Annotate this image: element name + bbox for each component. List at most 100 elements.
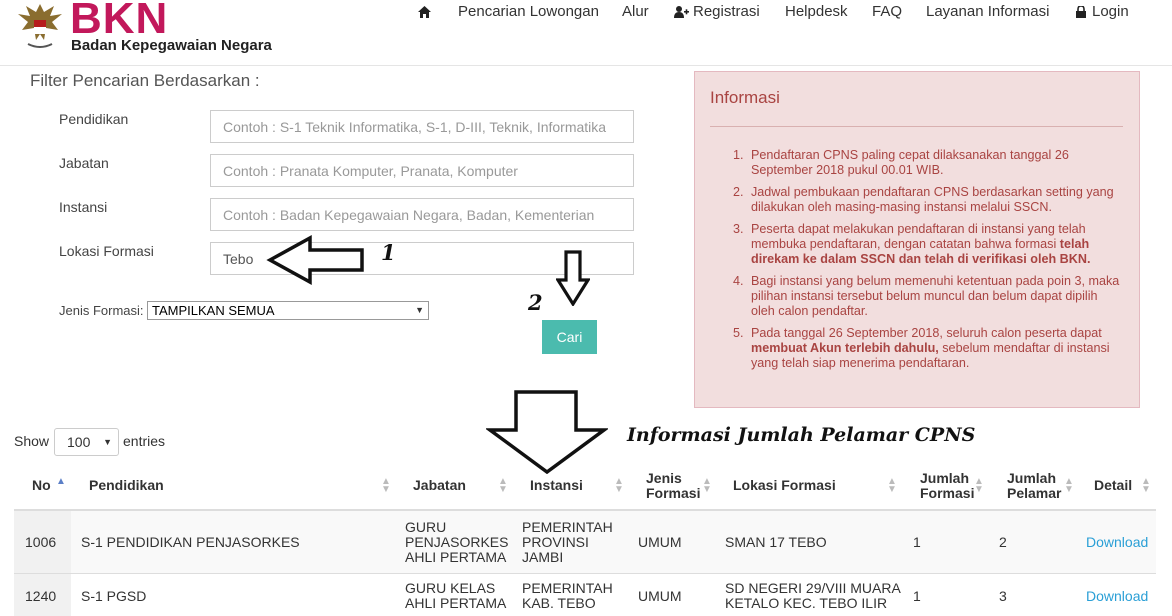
cell-line: PENJASORKES <box>405 534 509 550</box>
sort-icon: ▲ ▼ <box>1064 476 1074 495</box>
nav-alur[interactable]: Alur <box>622 3 674 20</box>
nav-faq-label: FAQ <box>872 3 903 20</box>
cell-lokasi-formasi: SD NEGERI 29/VIII MUARA KETALO KEC. TEBO… <box>725 581 901 611</box>
nav-layanan-informasi-label: Layanan Informasi <box>926 3 1050 20</box>
list-item: 3. Peserta dapat melakukan pendaftaran di… <box>733 222 1123 267</box>
nav-login[interactable]: Login <box>1076 3 1146 20</box>
nav-login-label: Login <box>1092 3 1129 20</box>
list-text: Jadwal pembukaan pendaftaran CPNS berdas… <box>751 185 1114 214</box>
arrow-down-large-icon <box>486 390 608 474</box>
arrow-left-icon <box>266 235 364 285</box>
sort-icon: ▲ ▼ <box>498 476 508 495</box>
annotation-number-2: 2 <box>528 290 543 315</box>
annotation-number-1: 1 <box>381 240 396 265</box>
cell-instansi: PEMERINTAH KAB. TEBO <box>522 581 613 611</box>
cell-line: KAB. TEBO <box>522 595 596 611</box>
jabatan-label: Jabatan <box>59 155 109 171</box>
col-header-lokasi-formasi[interactable]: Lokasi Formasi <box>733 478 836 493</box>
pendidikan-input[interactable] <box>210 110 634 143</box>
col-header-pendidikan[interactable]: Pendidikan <box>89 478 164 493</box>
chevron-down-icon: ▼ <box>415 305 424 315</box>
nav-layanan-informasi[interactable]: Layanan Informasi <box>926 3 1076 20</box>
col-header-jabatan[interactable]: Jabatan <box>413 478 466 493</box>
cell-jabatan: GURU KELAS AHLI PERTAMA <box>405 581 506 611</box>
nav-helpdesk-label: Helpdesk <box>785 3 848 20</box>
list-item: 1. Pendaftaran CPNS paling cepat dilaksan… <box>733 148 1123 178</box>
chevron-down-icon: ▼ <box>103 437 112 447</box>
sort-icon: ▲ ▼ <box>887 476 897 495</box>
download-link[interactable]: Download <box>1086 535 1148 550</box>
sort-icon: ▲ ▼ <box>381 476 391 495</box>
cari-button[interactable]: Cari <box>542 320 597 354</box>
cell-line: PEMERINTAH <box>522 519 613 535</box>
col-header-line: Jumlah <box>920 470 970 486</box>
cell-line: AHLI PERTAMA <box>405 595 507 611</box>
main-nav: Pencarian Lowongan Alur Registrasi Helpd… <box>418 3 1146 20</box>
show-label: Show <box>14 433 50 449</box>
nav-registrasi[interactable]: Registrasi <box>674 3 785 20</box>
cell-jumlah-pelamar: 3 <box>999 588 1007 604</box>
home-icon <box>418 5 431 18</box>
cell-jumlah-formasi: 1 <box>913 534 921 550</box>
instansi-input[interactable] <box>210 198 634 231</box>
table-row: 1006 S-1 PENDIDIKAN PENJASORKES GURU PEN… <box>14 511 1156 574</box>
lock-icon <box>1076 5 1086 18</box>
page-size-select[interactable]: 100 ▼ <box>54 428 119 456</box>
nav-faq[interactable]: FAQ <box>872 3 926 20</box>
nav-pencarian-lowongan-label: Pencarian Lowongan <box>458 3 599 20</box>
col-header-line: Formasi <box>646 485 701 501</box>
cell-line: PROVINSI <box>522 534 589 550</box>
list-number: 1. <box>733 148 744 162</box>
cell-line: GURU KELAS <box>405 580 496 596</box>
nav-registrasi-label: Registrasi <box>693 3 760 20</box>
divider <box>710 126 1123 127</box>
arrow-down-small-icon <box>556 250 590 306</box>
col-header-detail[interactable]: Detail <box>1094 478 1132 493</box>
nav-helpdesk[interactable]: Helpdesk <box>785 3 872 20</box>
pendidikan-label: Pendidikan <box>59 111 129 127</box>
nav-pencarian-lowongan[interactable]: Pencarian Lowongan <box>458 3 622 20</box>
col-header-jumlah-formasi[interactable]: Jumlah Formasi <box>920 471 974 501</box>
cell-jabatan: GURU PENJASORKES AHLI PERTAMA <box>405 520 508 565</box>
sort-icon: ▲ ▼ <box>614 476 624 495</box>
list-item: 5. Pada tanggal 26 September 2018, seluru… <box>733 326 1123 371</box>
cell-no: 1240 <box>25 588 57 604</box>
sort-asc-icon: ▲ <box>56 476 66 487</box>
jenis-formasi-label: Jenis Formasi: <box>59 303 144 318</box>
informasi-list: 1. Pendaftaran CPNS paling cepat dilaksan… <box>733 148 1123 378</box>
nav-home[interactable] <box>418 3 458 20</box>
lokasi-formasi-label: Lokasi Formasi <box>59 243 154 259</box>
sort-icon: ▲ ▼ <box>1141 476 1151 495</box>
sort-icon: ▲ ▼ <box>974 476 984 495</box>
col-header-jenis-formasi[interactable]: Jenis Formasi <box>646 471 700 501</box>
col-header-no[interactable]: No <box>32 478 51 493</box>
cell-line: GURU <box>405 519 447 535</box>
cell-jumlah-formasi: 1 <box>913 588 921 604</box>
cell-line: SD NEGERI 29/VIII MUARA <box>725 580 901 596</box>
nav-alur-label: Alur <box>622 3 649 20</box>
jenis-formasi-select[interactable]: TAMPILKAN SEMUA ▼ <box>147 301 429 320</box>
list-item: 4. Bagi instansi yang belum memenuhi kete… <box>733 274 1123 319</box>
col-header-instansi[interactable]: Instansi <box>530 478 583 493</box>
list-text: Bagi instansi yang belum memenuhi ketent… <box>751 274 1120 318</box>
filter-title: Filter Pencarian Berdasarkan : <box>30 71 260 90</box>
col-header-line: Pelamar <box>1007 485 1062 501</box>
jabatan-input[interactable] <box>210 154 634 187</box>
page-size-value: 100 <box>67 434 91 450</box>
cell-jenis-formasi: UMUM <box>638 534 682 550</box>
download-link[interactable]: Download <box>1086 589 1148 604</box>
cell-jumlah-pelamar: 2 <box>999 534 1007 550</box>
top-header: BKN Badan Kepegawaian Negara Pencarian L… <box>0 0 1172 66</box>
sort-icon: ▲ ▼ <box>702 476 712 495</box>
col-header-jumlah-pelamar[interactable]: Jumlah Pelamar <box>1007 471 1061 501</box>
list-text-bold: membuat Akun terlebih dahulu, <box>751 341 939 355</box>
list-text: Peserta dapat melakukan pendaftaran di i… <box>751 222 1086 251</box>
col-header-line: Jumlah <box>1007 470 1057 486</box>
col-header-line: Formasi <box>920 485 975 501</box>
cell-line: JAMBI <box>522 549 564 565</box>
cell-jenis-formasi: UMUM <box>638 588 682 604</box>
list-text: Pada tanggal 26 September 2018, seluruh … <box>751 326 1102 340</box>
cell-line: PEMERINTAH <box>522 580 613 596</box>
cell-line: AHLI PERTAMA <box>405 549 507 565</box>
entries-label: entries <box>123 433 166 449</box>
